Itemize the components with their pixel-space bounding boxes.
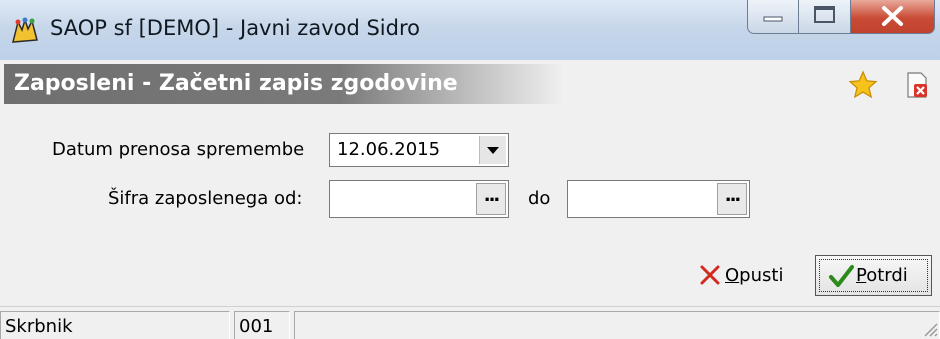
status-bar: Skrbnik 001 — [0, 306, 940, 339]
cancel-label-rest: pusti — [739, 265, 784, 286]
confirm-button[interactable]: Potrdi — [815, 255, 932, 296]
maximize-icon — [814, 6, 835, 23]
code-to-label: do — [528, 188, 551, 209]
status-code: 001 — [234, 311, 290, 339]
form-header: Zaposleni - Začetni zapis zgodovine — [0, 62, 940, 108]
star-icon[interactable] — [848, 70, 878, 100]
date-value[interactable]: 12.06.2015 — [337, 139, 440, 160]
cancel-x-icon — [700, 265, 720, 285]
date-combobox[interactable]: 12.06.2015 — [329, 133, 509, 167]
cancel-button[interactable]: Opusti — [697, 255, 801, 295]
confirm-mnemonic: P — [856, 265, 867, 286]
saop-app-icon — [12, 17, 38, 43]
checkmark-icon — [829, 265, 854, 287]
dropdown-button[interactable] — [479, 136, 506, 164]
chevron-down-icon — [487, 147, 499, 154]
code-to-lookup-button[interactable]: ... — [717, 183, 747, 215]
cancel-label: Opusti — [725, 265, 783, 286]
maximize-button[interactable] — [799, 0, 851, 34]
minimize-button[interactable] — [747, 0, 799, 34]
code-to-field[interactable]: ... — [567, 180, 750, 218]
status-user: Skrbnik — [0, 311, 230, 339]
minimize-icon — [763, 16, 783, 22]
cancel-mnemonic: O — [725, 265, 740, 286]
window-title: SAOP sf [DEMO] - Javni zavod Sidro — [50, 16, 420, 40]
confirm-label-rest: otrdi — [866, 265, 908, 286]
code-from-field[interactable]: ... — [329, 180, 509, 218]
code-from-label: Šifra zaposlenega od: — [108, 188, 303, 209]
status-info — [294, 311, 940, 339]
code-from-lookup-button[interactable]: ... — [476, 183, 506, 215]
resize-grip-icon[interactable] — [922, 321, 938, 337]
confirm-label: Potrdi — [856, 265, 908, 286]
close-document-icon[interactable] — [902, 70, 932, 100]
close-window-button[interactable] — [851, 0, 935, 34]
window-titlebar[interactable]: SAOP sf [DEMO] - Javni zavod Sidro — [0, 0, 940, 60]
date-label: Datum prenosa spremembe — [52, 139, 305, 160]
form-title: Zaposleni - Začetni zapis zgodovine — [14, 71, 458, 96]
close-icon — [882, 6, 903, 26]
